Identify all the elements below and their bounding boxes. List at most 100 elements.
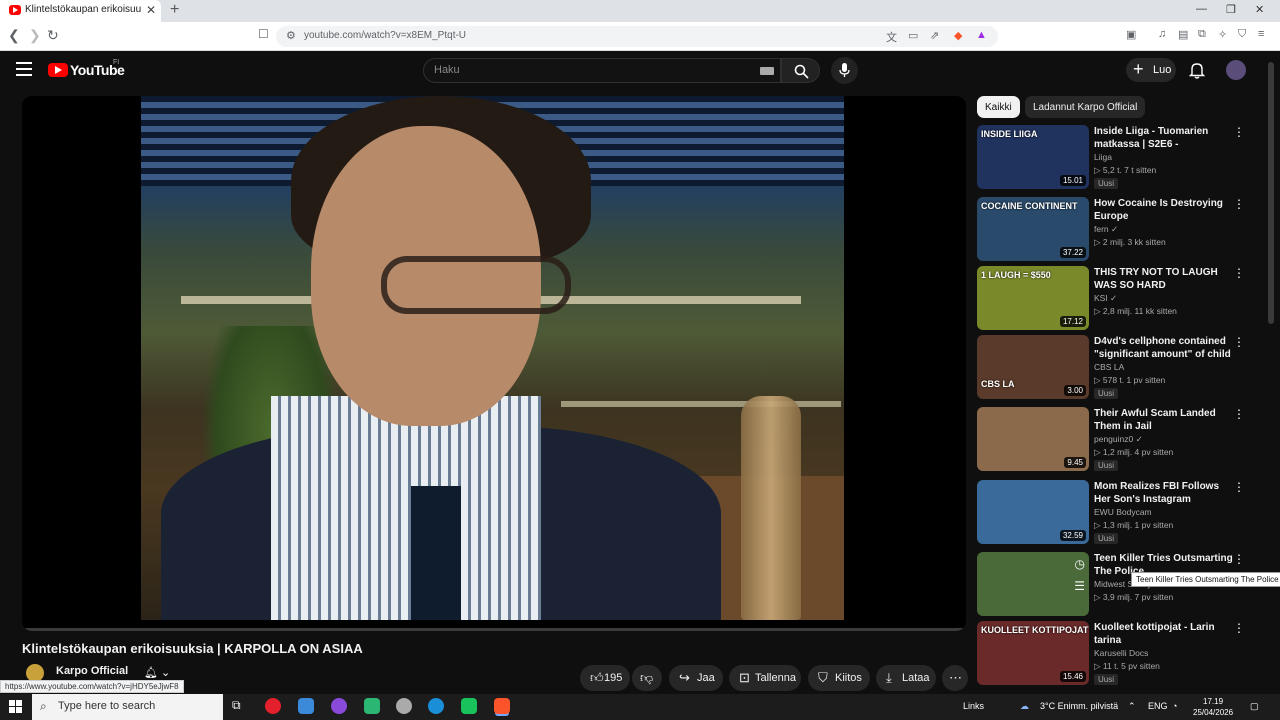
recommendation-item[interactable]: KUOLLEET KOTTIPOJAT 15.46 Kuolleet kotti… bbox=[977, 621, 1262, 687]
recommendation-item[interactable]: 9.45 Their Awful Scam Landed Them in Jai… bbox=[977, 407, 1262, 473]
site-info-icon[interactable]: ⚙ bbox=[286, 29, 296, 42]
create-button[interactable]: + Luo bbox=[1126, 58, 1176, 82]
share-button[interactable]: ↪ Jaa bbox=[669, 665, 723, 691]
recommendation-title[interactable]: Their Awful Scam Landed Them in Jail bbox=[1094, 407, 1234, 433]
recommendation-item[interactable]: INSIDE LIIGA 15.01 Inside Liiga - Tuomar… bbox=[977, 125, 1262, 191]
reload-icon[interactable]: ↻ bbox=[47, 27, 59, 44]
app-icon[interactable] bbox=[298, 698, 314, 714]
share-page-icon[interactable]: ⇗ bbox=[930, 29, 939, 42]
language-indicator[interactable]: ENG bbox=[1148, 701, 1168, 711]
more-options-icon[interactable]: ⋮ bbox=[1233, 407, 1245, 421]
weather-text[interactable]: 3°C Enimm. pilvistä bbox=[1040, 701, 1118, 711]
address-bar[interactable]: ⚙ youtube.com/watch?v=x8EM_Ptqt-U 文 ▭ ⇗ … bbox=[276, 26, 998, 47]
watch-later-icon[interactable]: ◷ bbox=[1075, 557, 1085, 571]
leo-icon[interactable]: ✧ bbox=[1218, 28, 1227, 41]
network-icon[interactable]: ◔ bbox=[1172, 701, 1177, 711]
recommendation-channel[interactable]: EWU Bodycam bbox=[1094, 507, 1152, 517]
thumbnail[interactable]: INSIDE LIIGA 15.01 bbox=[977, 125, 1089, 189]
app-icon[interactable] bbox=[364, 698, 380, 714]
more-options-icon[interactable]: ⋮ bbox=[1233, 335, 1245, 349]
bookmark-icon[interactable]: ☐ bbox=[258, 27, 269, 41]
video-player[interactable] bbox=[22, 96, 966, 631]
thumbnail[interactable]: ◷ ☰ bbox=[977, 552, 1089, 616]
more-options-icon[interactable]: ⋮ bbox=[1233, 197, 1245, 211]
add-to-queue-icon[interactable]: ☰ bbox=[1074, 579, 1085, 593]
extensions-icon[interactable]: ⧉ bbox=[1198, 28, 1206, 41]
recommendation-title[interactable]: D4vd's cellphone contained "significant … bbox=[1094, 335, 1234, 361]
recommendation-title[interactable]: How Cocaine Is Destroying Europe bbox=[1094, 197, 1234, 223]
guide-menu-icon[interactable] bbox=[16, 62, 32, 76]
more-options-icon[interactable]: ⋮ bbox=[1233, 125, 1245, 139]
translate-icon[interactable]: 文 bbox=[886, 29, 897, 45]
voice-search-button[interactable] bbox=[831, 57, 858, 84]
menu-icon[interactable]: ≡ bbox=[1258, 28, 1264, 40]
more-options-icon[interactable]: ⋮ bbox=[1233, 266, 1245, 280]
save-button[interactable]: ⊡ Tallenna bbox=[729, 665, 801, 691]
more-options-icon[interactable]: ⋮ bbox=[1233, 480, 1245, 494]
search-button[interactable] bbox=[781, 58, 820, 83]
forward-icon[interactable]: ❯ bbox=[29, 27, 41, 44]
links-toolbar[interactable]: Links bbox=[963, 701, 984, 711]
thumbnail[interactable]: CBS LA 3.00 bbox=[977, 335, 1089, 399]
taskbar-search[interactable]: ⌕ Type here to search bbox=[32, 694, 223, 720]
browser-tab[interactable]: Klintelstökaupan erikoisuuksia ✕ bbox=[0, 0, 161, 22]
notifications-bell-icon[interactable] bbox=[1189, 62, 1205, 79]
recommendation-channel[interactable]: KSI ✓ bbox=[1094, 293, 1117, 304]
chip-all[interactable]: Kaikki bbox=[977, 96, 1020, 118]
recommendation-channel[interactable]: fern ✓ bbox=[1094, 224, 1118, 235]
minimize-icon[interactable]: — bbox=[1196, 3, 1207, 15]
recommendation-title[interactable]: Inside Liiga - Tuomarien matkassa | S2E6… bbox=[1094, 125, 1234, 151]
recommendation-channel[interactable]: Karuselli Docs bbox=[1094, 648, 1148, 658]
keyboard-icon[interactable] bbox=[760, 67, 774, 75]
app-icon[interactable] bbox=[396, 698, 412, 714]
subscription-bell-icon[interactable]: 🔔︎ ⌄ bbox=[144, 666, 170, 679]
like-button[interactable]: 👍︎ 195 bbox=[580, 665, 630, 691]
recommendation-item[interactable]: 32.59 Mom Realizes FBI Follows Her Son's… bbox=[977, 480, 1262, 546]
new-tab-icon[interactable]: + bbox=[170, 1, 179, 19]
maximize-icon[interactable]: ❐ bbox=[1226, 3, 1236, 16]
notifications-icon[interactable]: ▢ bbox=[1250, 701, 1259, 712]
brave-rewards-icon[interactable]: ▲ bbox=[976, 29, 987, 41]
cast-icon[interactable]: ▭ bbox=[908, 29, 918, 42]
thumbnail[interactable]: KUOLLEET KOTTIPOJAT 15.46 bbox=[977, 621, 1089, 685]
recommendation-item[interactable]: 1 LAUGH = $550 17.12 THIS TRY NOT TO LAU… bbox=[977, 266, 1262, 332]
windows-start-icon[interactable] bbox=[9, 700, 22, 713]
thumbnail[interactable]: COCAINE CONTINENT 37.22 bbox=[977, 197, 1089, 261]
download-button[interactable]: ⤓ Lataa bbox=[876, 665, 936, 691]
thanks-button[interactable]: ⛉ Kiitos bbox=[808, 665, 870, 691]
tray-expand-icon[interactable]: ⌃ bbox=[1128, 701, 1136, 712]
thumbnail[interactable]: 32.59 bbox=[977, 480, 1089, 544]
recommendation-channel[interactable]: penguinz0 ✓ bbox=[1094, 434, 1143, 445]
search-input[interactable]: Haku bbox=[423, 58, 781, 83]
account-avatar[interactable] bbox=[1226, 60, 1246, 80]
channel-name[interactable]: Karpo Official bbox=[56, 665, 128, 677]
sidebar-icon[interactable]: ▣ bbox=[1126, 28, 1136, 41]
page-scrollbar[interactable] bbox=[1268, 62, 1274, 324]
brave-shields-icon[interactable]: ◆ bbox=[954, 29, 962, 42]
media-icon[interactable]: ♫ bbox=[1158, 28, 1166, 40]
vpn-icon[interactable]: ⛉ bbox=[1238, 28, 1246, 41]
recommendation-item[interactable]: CBS LA 3.00 D4vd's cellphone contained "… bbox=[977, 335, 1262, 401]
more-options-icon[interactable]: ⋮ bbox=[1233, 621, 1245, 635]
recommendation-title[interactable]: Mom Realizes FBI Follows Her Son's Insta… bbox=[1094, 480, 1234, 506]
chip-uploaded-by[interactable]: Ladannut Karpo Official bbox=[1025, 96, 1146, 118]
app-icon[interactable] bbox=[331, 698, 347, 714]
weather-icon[interactable]: ☁ bbox=[1020, 701, 1029, 712]
window-close-icon[interactable]: ✕ bbox=[1255, 3, 1264, 16]
more-actions-button[interactable]: ⋯ bbox=[942, 665, 968, 691]
recommendation-item[interactable]: COCAINE CONTINENT 37.22 How Cocaine Is D… bbox=[977, 197, 1262, 263]
recommendation-channel[interactable]: Liiga bbox=[1094, 152, 1112, 162]
task-view-icon[interactable]: ⧉ bbox=[232, 698, 248, 714]
more-options-icon[interactable]: ⋮ bbox=[1233, 552, 1245, 566]
thumbnail[interactable]: 9.45 bbox=[977, 407, 1089, 471]
reading-list-icon[interactable]: ▤ bbox=[1178, 28, 1188, 41]
dislike-button[interactable]: 👎︎ bbox=[632, 665, 662, 691]
thumbnail[interactable]: 1 LAUGH = $550 17.12 bbox=[977, 266, 1089, 330]
app-icon[interactable] bbox=[461, 698, 477, 714]
recommendation-title[interactable]: Kuolleet kottipojat - Larin tarina bbox=[1094, 621, 1234, 647]
back-icon[interactable]: ❮ bbox=[8, 27, 20, 44]
edge-icon[interactable] bbox=[428, 698, 444, 714]
opera-icon[interactable] bbox=[265, 698, 281, 714]
progress-bar[interactable] bbox=[22, 628, 966, 631]
clock[interactable]: 17.19 25/04/2026 bbox=[1193, 696, 1233, 718]
